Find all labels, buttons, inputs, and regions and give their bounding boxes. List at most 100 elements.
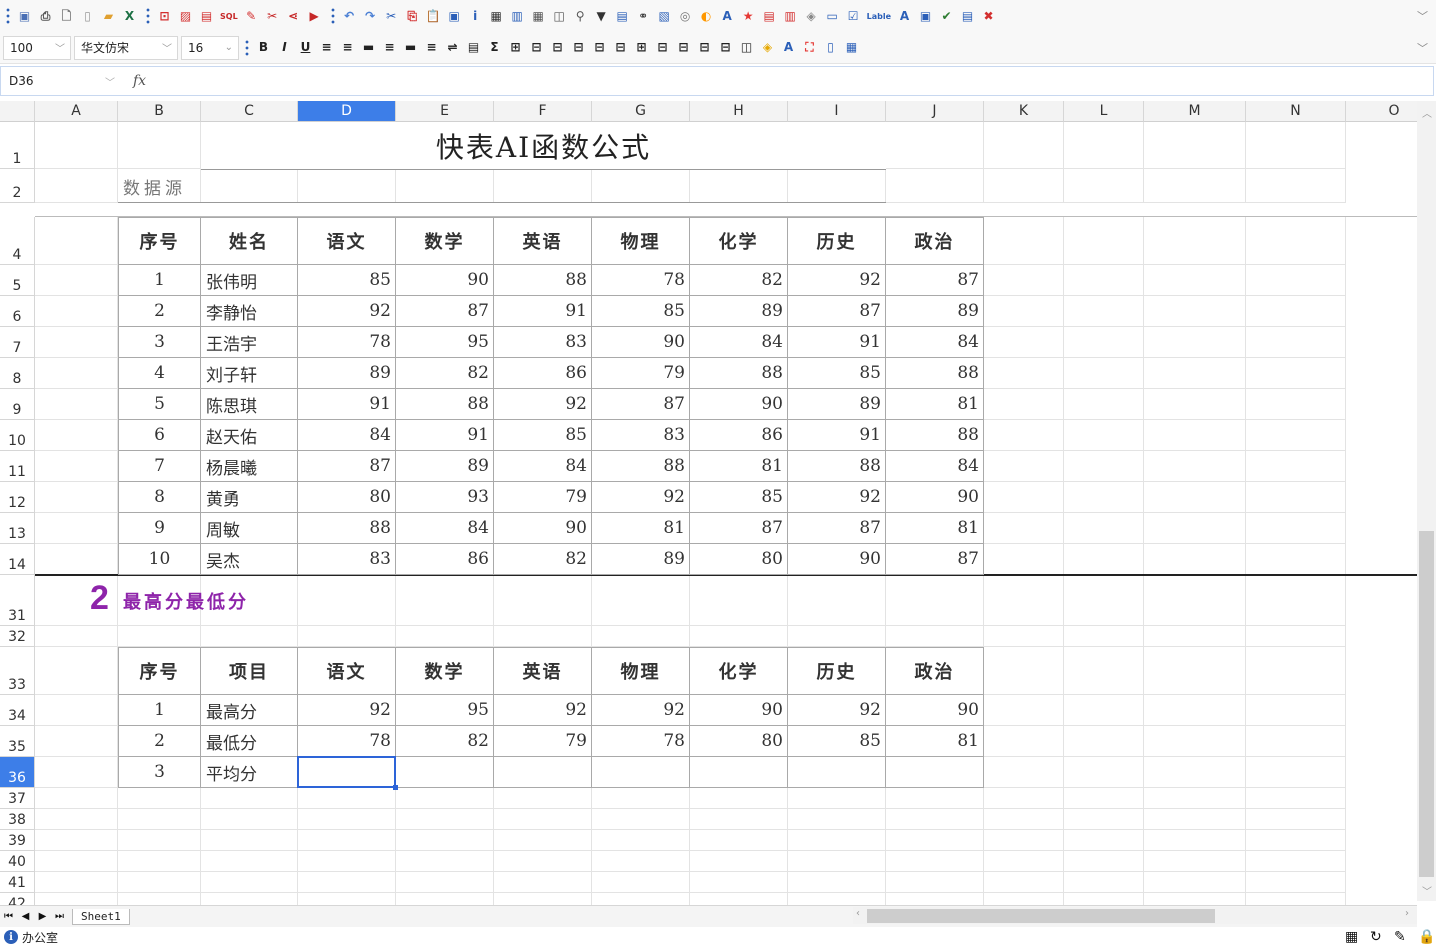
select-all-corner[interactable] <box>0 101 35 122</box>
table-cell[interactable]: 93 <box>396 482 494 513</box>
column-header[interactable]: B <box>118 101 201 122</box>
cell[interactable] <box>35 757 118 788</box>
image-export-icon[interactable]: ▨ <box>178 9 193 24</box>
cell[interactable] <box>788 830 886 851</box>
cell[interactable] <box>690 830 788 851</box>
brush-icon[interactable]: ✎ <box>244 9 259 24</box>
row-header[interactable]: 38 <box>0 809 35 830</box>
row-header[interactable]: 1 <box>0 122 35 169</box>
cell[interactable] <box>201 788 298 809</box>
table-cell[interactable]: 89 <box>298 358 396 389</box>
cell[interactable] <box>396 872 494 893</box>
table-header-cell[interactable]: 物理 <box>592 647 690 695</box>
table-header-cell[interactable]: 姓名 <box>201 217 298 265</box>
border-all-icon[interactable]: ⊞ <box>508 40 523 55</box>
table-header-cell[interactable]: 序号 <box>118 647 201 695</box>
table-cell[interactable]: 80 <box>298 482 396 513</box>
border-inner-icon[interactable]: ⊞ <box>634 40 649 55</box>
bold-icon[interactable]: B <box>256 40 271 55</box>
row-header[interactable]: 35 <box>0 726 35 757</box>
cell[interactable] <box>592 872 690 893</box>
cell[interactable] <box>1246 872 1346 893</box>
cell[interactable] <box>118 851 201 872</box>
table-cell[interactable]: 81 <box>886 513 984 544</box>
table-cell[interactable] <box>690 757 788 788</box>
table-cell[interactable]: 82 <box>494 544 592 575</box>
toolbar-overflow-icon[interactable]: ﹀ <box>1417 40 1428 56</box>
cell[interactable] <box>1064 830 1144 851</box>
cell[interactable] <box>592 575 690 626</box>
underline-icon[interactable]: U <box>298 40 313 55</box>
cut-icon[interactable]: ✂ <box>384 9 399 24</box>
cell[interactable] <box>1246 217 1346 265</box>
table-icon[interactable]: ▦ <box>531 9 546 24</box>
cell[interactable] <box>35 169 118 203</box>
table-cell[interactable]: 78 <box>298 726 396 757</box>
font-color-icon[interactable]: A <box>781 40 796 55</box>
table-cell[interactable]: 王浩宇 <box>201 327 298 358</box>
cell[interactable] <box>118 122 201 169</box>
cell[interactable] <box>494 575 592 626</box>
valign-bottom-icon[interactable]: ≡ <box>424 40 439 55</box>
table-cell[interactable]: 4 <box>118 358 201 389</box>
table-cell[interactable]: 91 <box>396 420 494 451</box>
cell[interactable] <box>1064 726 1144 757</box>
cell[interactable] <box>35 851 118 872</box>
table-header-cell[interactable]: 历史 <box>788 647 886 695</box>
sql-icon[interactable]: SQL <box>220 9 238 24</box>
row-header[interactable]: 6 <box>0 296 35 327</box>
find-icon[interactable]: ⚲ <box>573 9 588 24</box>
cell[interactable] <box>118 830 201 851</box>
cell[interactable] <box>984 265 1064 296</box>
cell[interactable] <box>984 757 1064 788</box>
cell[interactable] <box>1246 327 1346 358</box>
cell[interactable] <box>396 809 494 830</box>
cell[interactable] <box>396 626 494 647</box>
cell[interactable] <box>118 626 201 647</box>
border-none-icon[interactable]: ⊟ <box>529 40 544 55</box>
table-cell[interactable]: 88 <box>298 513 396 544</box>
cell[interactable] <box>1246 420 1346 451</box>
table-cell[interactable]: 3 <box>118 757 201 788</box>
table-cell[interactable] <box>494 757 592 788</box>
table-cell[interactable]: 89 <box>396 451 494 482</box>
cell[interactable] <box>201 169 298 203</box>
vertical-scrollbar[interactable]: ︿ ﹀ <box>1417 101 1436 901</box>
cell[interactable] <box>1246 482 1346 513</box>
grid-icon[interactable]: ▦ <box>489 9 504 24</box>
cell[interactable] <box>118 788 201 809</box>
cell[interactable] <box>35 788 118 809</box>
wrap-icon[interactable]: ⇌ <box>445 40 460 55</box>
print-icon[interactable]: ⎙ <box>38 9 53 24</box>
cell[interactable] <box>1144 757 1246 788</box>
table-cell[interactable]: 84 <box>886 451 984 482</box>
cell[interactable] <box>118 872 201 893</box>
table-cell[interactable]: 88 <box>886 420 984 451</box>
table-header-cell[interactable]: 英语 <box>494 647 592 695</box>
table-cell[interactable]: 79 <box>494 726 592 757</box>
table-header-cell[interactable]: 物理 <box>592 217 690 265</box>
cell[interactable] <box>1144 389 1246 420</box>
cell[interactable] <box>1064 626 1144 647</box>
table-cell[interactable]: 80 <box>690 726 788 757</box>
save-icon[interactable]: ▣ <box>17 9 32 24</box>
cell[interactable] <box>1064 872 1144 893</box>
cell[interactable] <box>35 726 118 757</box>
table-cell[interactable]: 91 <box>298 389 396 420</box>
table-cell[interactable]: 81 <box>592 513 690 544</box>
cell[interactable] <box>1144 513 1246 544</box>
cell[interactable] <box>886 830 984 851</box>
cell-selection[interactable] <box>297 756 396 788</box>
template-icon[interactable]: ▤ <box>199 9 214 24</box>
align-justify-icon[interactable]: ▬ <box>361 40 376 55</box>
table-cell[interactable]: 88 <box>396 389 494 420</box>
cell[interactable] <box>690 575 788 626</box>
table-cell[interactable]: 82 <box>396 726 494 757</box>
border-outer-icon[interactable]: ⊟ <box>697 40 712 55</box>
name-box[interactable]: D36 ﹀ <box>1 67 119 95</box>
table-cell[interactable]: 85 <box>298 265 396 296</box>
cell[interactable] <box>984 647 1064 695</box>
cell[interactable] <box>1246 296 1346 327</box>
cell[interactable] <box>886 872 984 893</box>
table-cell[interactable]: 刘子轩 <box>201 358 298 389</box>
